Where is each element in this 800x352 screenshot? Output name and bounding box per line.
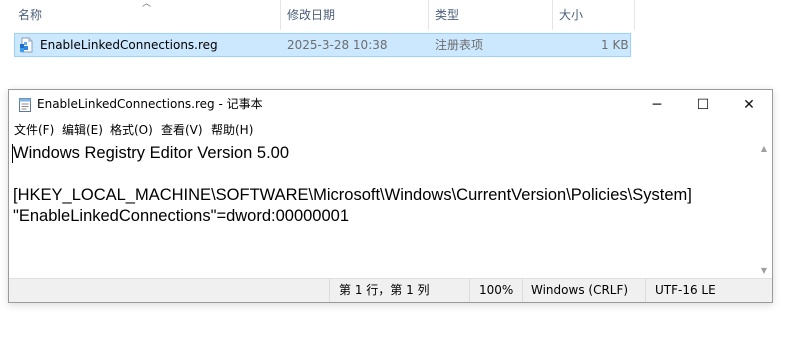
file-name: EnableLinkedConnections.reg bbox=[40, 38, 218, 52]
menu-edit[interactable]: 编辑(E) bbox=[60, 121, 105, 139]
notepad-window: EnableLinkedConnections.reg - 记事本 ─ ☐ ✕ … bbox=[8, 89, 773, 303]
file-size: 1 KB bbox=[601, 38, 629, 52]
cursor-position: 第 1 行，第 1 列 bbox=[339, 283, 430, 297]
scroll-down-icon[interactable]: ▼ bbox=[756, 262, 772, 278]
file-modified-date: 2025-3-28 10:38 bbox=[287, 38, 388, 52]
column-header-name[interactable]: 名称 bbox=[18, 0, 42, 30]
menu-format[interactable]: 格式(O) bbox=[108, 121, 155, 139]
minimize-button[interactable]: ─ bbox=[634, 90, 680, 119]
status-divider bbox=[329, 279, 330, 302]
registry-file-icon bbox=[20, 37, 33, 53]
text-editor-area[interactable]: Windows Registry Editor Version 5.00 [HK… bbox=[10, 140, 756, 278]
menu-help[interactable]: 帮助(H) bbox=[209, 121, 255, 139]
maximize-button[interactable]: ☐ bbox=[680, 90, 726, 119]
vertical-scrollbar[interactable]: ▲ ▼ bbox=[756, 140, 772, 278]
close-button[interactable]: ✕ bbox=[726, 90, 772, 119]
column-header-size[interactable]: 大小 bbox=[559, 0, 583, 30]
menu-file[interactable]: 文件(F) bbox=[12, 121, 56, 139]
file-type: 注册表项 bbox=[435, 38, 484, 52]
close-icon: ✕ bbox=[743, 96, 755, 113]
status-divider bbox=[469, 279, 470, 302]
file-explorer-list: ︿ 名称 修改日期 类型 大小 EnableLinkedConnections.… bbox=[0, 0, 800, 62]
file-row-selected[interactable]: EnableLinkedConnections.reg 2025-3-28 10… bbox=[14, 33, 631, 57]
menu-bar: 文件(F) 编辑(E) 格式(O) 查看(V) 帮助(H) bbox=[9, 119, 772, 140]
zoom-level: 100% bbox=[479, 283, 514, 297]
column-divider[interactable] bbox=[428, 0, 429, 30]
status-bar: 第 1 行，第 1 列 100% Windows (CRLF) UTF-16 L… bbox=[9, 278, 772, 302]
text-encoding: UTF-16 LE bbox=[655, 283, 716, 297]
column-header-modified[interactable]: 修改日期 bbox=[287, 0, 335, 30]
column-divider[interactable] bbox=[634, 0, 635, 30]
menu-view[interactable]: 查看(V) bbox=[159, 121, 205, 139]
status-divider bbox=[522, 279, 523, 302]
notepad-icon bbox=[19, 98, 31, 112]
status-divider bbox=[645, 279, 646, 302]
column-header-type[interactable]: 类型 bbox=[435, 0, 459, 30]
column-divider[interactable] bbox=[552, 0, 553, 30]
maximize-icon: ☐ bbox=[696, 96, 710, 113]
minimize-icon: ─ bbox=[652, 96, 662, 113]
title-bar[interactable]: EnableLinkedConnections.reg - 记事本 ─ ☐ ✕ bbox=[9, 90, 772, 119]
line-ending: Windows (CRLF) bbox=[531, 283, 629, 297]
text-caret bbox=[12, 144, 13, 163]
column-divider[interactable] bbox=[280, 0, 281, 30]
scroll-up-icon[interactable]: ▲ bbox=[756, 140, 772, 156]
window-title: EnableLinkedConnections.reg - 记事本 bbox=[37, 97, 263, 111]
sort-ascending-icon: ︿ bbox=[142, 0, 152, 9]
